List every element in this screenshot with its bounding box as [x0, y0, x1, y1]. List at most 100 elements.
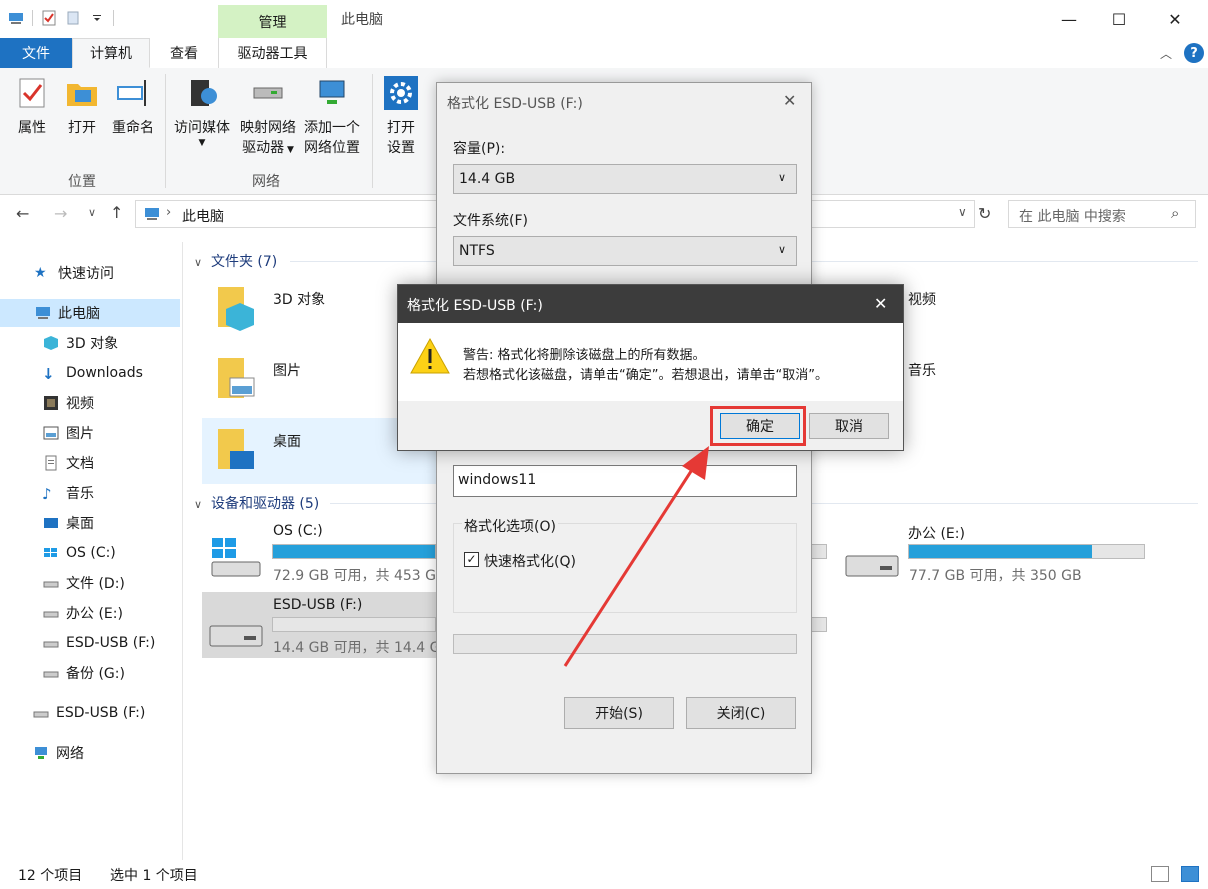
- tab-computer[interactable]: 计算机: [72, 38, 150, 68]
- capacity-select[interactable]: 14.4 GB ∨: [453, 164, 797, 194]
- nav-item-os-c[interactable]: OS (C:): [0, 539, 180, 567]
- minimize-button[interactable]: —: [1044, 0, 1094, 38]
- folder-name[interactable]: 3D 对象: [273, 289, 325, 309]
- refresh-icon[interactable]: ↻: [978, 204, 991, 223]
- collapse-ribbon-icon[interactable]: ︿: [1160, 45, 1172, 62]
- tab-file[interactable]: 文件: [0, 38, 72, 68]
- search-input[interactable]: 在 此电脑 中搜索 ⌕: [1008, 200, 1196, 228]
- warning-icon: [410, 337, 450, 374]
- nav-item-desktop[interactable]: 桌面: [0, 509, 180, 537]
- help-icon[interactable]: ?: [1184, 43, 1204, 63]
- drive-icon: [43, 641, 59, 648]
- maximize-button[interactable]: ☐: [1094, 0, 1144, 38]
- drive-icon: [43, 581, 59, 588]
- format-dialog-close-icon[interactable]: ✕: [783, 91, 796, 110]
- drive-name[interactable]: OS (C:): [273, 523, 323, 539]
- warning-dialog: 格式化 ESD-USB (F:) ✕ 警告: 格式化将删除该磁盘上的所有数据。 …: [397, 284, 904, 451]
- windows-drive-icon: [44, 548, 57, 557]
- rename-icon: [117, 80, 146, 106]
- forward-icon[interactable]: →: [54, 204, 67, 223]
- tab-view[interactable]: 查看: [152, 38, 216, 68]
- folder-pictures-icon: [218, 358, 255, 398]
- open-settings-label-2: 设置: [387, 140, 415, 156]
- rename-button[interactable]: 重命名: [108, 76, 158, 138]
- drive-name[interactable]: ESD-USB (F:): [273, 597, 362, 613]
- usb-drive-icon: [33, 711, 49, 718]
- manage-context-tab[interactable]: 管理: [218, 5, 327, 38]
- computer-icon: [145, 208, 159, 220]
- nav-item-this-pc[interactable]: 此电脑: [0, 299, 180, 327]
- nav-item-music[interactable]: ♪ 音乐: [0, 479, 180, 507]
- folder-name[interactable]: 视频: [908, 289, 936, 309]
- close-button[interactable]: ✕: [1150, 0, 1200, 38]
- chevron-down-icon: ∨: [778, 243, 787, 256]
- new-folder-icon[interactable]: [65, 10, 81, 26]
- filesystem-label: 文件系统(F): [453, 213, 528, 229]
- recent-locations-icon[interactable]: ∨: [88, 206, 96, 219]
- nav-item-documents[interactable]: 文档: [0, 449, 180, 477]
- search-icon[interactable]: ⌕: [1171, 204, 1179, 222]
- drive-usage-bar: [272, 617, 436, 632]
- chevron-down-icon: ∨: [778, 171, 787, 184]
- open-button[interactable]: 打开: [62, 76, 102, 138]
- warning-close-icon[interactable]: ✕: [874, 294, 887, 313]
- open-label: 打开: [68, 120, 96, 136]
- start-button[interactable]: 开始(S): [564, 697, 674, 729]
- close-dialog-button[interactable]: 关闭(C): [686, 697, 796, 729]
- details-view-icon[interactable]: [1151, 866, 1169, 882]
- breadcrumb-chevron-icon[interactable]: ›: [166, 205, 171, 220]
- network-location-icon: [319, 80, 345, 104]
- properties-button[interactable]: 属性: [12, 76, 52, 138]
- drive-name[interactable]: 办公 (E:): [908, 523, 965, 543]
- nav-item-drive-e[interactable]: 办公 (E:): [0, 599, 180, 627]
- nav-item-esd-usb[interactable]: ESD-USB (F:): [0, 699, 180, 727]
- windows-drive-icon: [211, 538, 261, 577]
- nav-item-drive-g[interactable]: 备份 (G:): [0, 659, 180, 687]
- map-drive-label-2: 驱动器 ▼: [242, 140, 294, 156]
- folder-name[interactable]: 图片: [273, 360, 301, 380]
- folder-name[interactable]: 桌面: [273, 431, 301, 451]
- add-network-location-button[interactable]: 添加一个 网络位置: [300, 76, 364, 158]
- tiles-view-icon[interactable]: [1181, 866, 1199, 882]
- warning-title-bar: 格式化 ESD-USB (F:) ✕: [398, 285, 903, 323]
- drive-usage-bar: [908, 544, 1145, 559]
- properties-icon[interactable]: [41, 10, 57, 26]
- nav-item-videos[interactable]: 视频: [0, 389, 180, 417]
- quick-access-toolbar: [8, 6, 114, 30]
- nav-item-downloads[interactable]: ↓ Downloads: [0, 359, 180, 387]
- map-drive-label-1: 映射网络: [240, 120, 296, 136]
- tab-drive-tools[interactable]: 驱动器工具: [218, 38, 327, 68]
- quick-format-checkbox[interactable]: ✓: [464, 552, 479, 567]
- ok-button[interactable]: 确定: [720, 413, 800, 439]
- document-icon: [45, 455, 57, 471]
- nav-item-pictures[interactable]: 图片: [0, 419, 180, 447]
- nav-item-3d-objects[interactable]: 3D 对象: [0, 329, 180, 357]
- location-group-label: 位置: [68, 174, 96, 190]
- warning-message-line2: 若想格式化该磁盘，请单击“确定”。若想退出，请单击“取消”。: [463, 368, 828, 383]
- breadcrumb[interactable]: 此电脑: [182, 206, 224, 226]
- drive-icon: [43, 611, 59, 618]
- up-icon[interactable]: ↑: [110, 203, 123, 222]
- folder-name[interactable]: 音乐: [908, 360, 936, 380]
- network-group-label: 网络: [252, 174, 280, 190]
- map-network-drive-button[interactable]: 映射网络 驱动器 ▼: [236, 76, 300, 160]
- ribbon-tabs: 文件 计算机 查看 驱动器工具 ︿ ?: [0, 38, 1208, 69]
- nav-item-drive-f[interactable]: ESD-USB (F:): [0, 629, 180, 657]
- qat-dropdown-icon[interactable]: [89, 10, 105, 26]
- devices-section-header[interactable]: ∨ 设备和驱动器 (5): [194, 493, 319, 513]
- filesystem-select[interactable]: NTFS ∨: [453, 236, 797, 266]
- warning-dialog-title: 格式化 ESD-USB (F:): [407, 298, 543, 314]
- folders-section-header[interactable]: ∨ 文件夹 (7): [194, 251, 277, 271]
- back-icon[interactable]: ←: [16, 204, 29, 223]
- address-dropdown-icon[interactable]: ∨: [958, 205, 967, 219]
- cancel-button[interactable]: 取消: [809, 413, 889, 439]
- chevron-down-icon: ∨: [194, 256, 203, 269]
- film-icon: [44, 396, 58, 410]
- title-bar: 管理 此电脑 — ☐ ✕: [0, 0, 1208, 38]
- nav-item-quick-access[interactable]: ★ 快速访问: [0, 259, 180, 287]
- open-settings-button[interactable]: 打开 设置: [380, 76, 422, 158]
- nav-item-drive-d[interactable]: 文件 (D:): [0, 569, 180, 597]
- add-location-label-1: 添加一个: [304, 120, 360, 136]
- nav-item-network[interactable]: 网络: [0, 739, 180, 767]
- access-media-button[interactable]: 访问媒体 ▼: [172, 76, 232, 148]
